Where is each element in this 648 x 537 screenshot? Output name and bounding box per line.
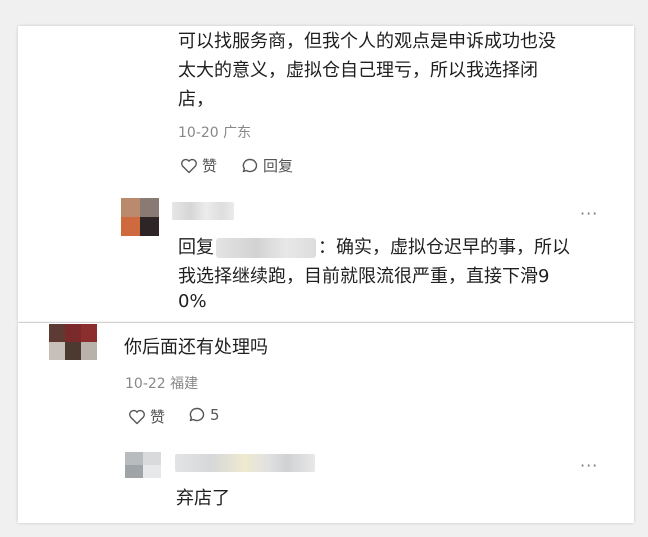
like-button[interactable]: 赞 <box>180 155 217 176</box>
like-button[interactable]: 赞 <box>128 406 165 427</box>
comment-text-line: 太大的意义，虚拟仓自己理亏，所以我选择闭 <box>178 60 538 81</box>
mentioned-user-blurred[interactable] <box>216 238 316 258</box>
reply-count-button[interactable]: 5 <box>188 406 220 424</box>
reply-text-line: 0% <box>178 291 207 312</box>
reply-text: ：确实，虚拟仓迟早的事，所以 <box>318 237 570 258</box>
reply-button[interactable]: 回复 <box>241 155 293 176</box>
reply-text-line: 我选择继续跑，目前就限流很严重，直接下滑9 <box>178 266 550 287</box>
like-label: 赞 <box>150 408 166 426</box>
avatar[interactable] <box>125 452 161 478</box>
comment-bubble-icon <box>241 157 259 175</box>
reply-label: 回复 <box>263 157 294 175</box>
reply-text: 弃店了 <box>176 488 230 509</box>
comment-thread-card: 你后面还有处理吗 10-22 福建 赞 5 ··· 弃店了 <box>18 323 634 523</box>
username-blurred[interactable] <box>175 454 315 472</box>
comment-text-line: 店， <box>178 89 214 110</box>
reply-prefix: 回复 <box>178 237 214 258</box>
comment-thread-card: 可以找服务商，但我个人的观点是申诉成功也没 太大的意义，虚拟仓自己理亏，所以我选… <box>18 26 634 322</box>
more-options-icon[interactable]: ··· <box>580 456 598 475</box>
avatar[interactable] <box>49 324 97 360</box>
comment-bubble-icon <box>188 406 206 424</box>
heart-icon <box>180 158 198 174</box>
comment-date: 10-20 <box>178 125 219 141</box>
reply-count: 5 <box>210 406 220 424</box>
comment-date: 10-22 <box>125 376 166 392</box>
like-label: 赞 <box>202 157 218 175</box>
heart-icon <box>128 409 146 425</box>
avatar[interactable] <box>121 198 159 236</box>
comment-text-line: 可以找服务商，但我个人的观点是申诉成功也没 <box>178 31 556 52</box>
comment-location: 广东 <box>223 125 252 141</box>
more-options-icon[interactable]: ··· <box>580 204 598 223</box>
comment-location: 福建 <box>170 376 199 392</box>
reply-text-line: 回复 ：确实，虚拟仓迟早的事，所以 <box>178 234 570 262</box>
username-blurred[interactable] <box>172 202 234 220</box>
comment-text: 你后面还有处理吗 <box>124 337 268 358</box>
comment-meta: 10-20 广东 <box>178 122 251 142</box>
comment-meta: 10-22 福建 <box>125 373 198 393</box>
